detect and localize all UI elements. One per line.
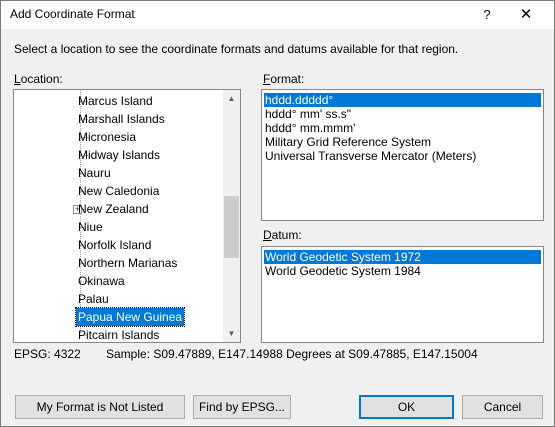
location-item-label: Marcus Island	[78, 94, 153, 108]
location-item-label: New Caledonia	[78, 184, 160, 198]
location-item-label: Palau	[78, 292, 109, 306]
location-item-label: Northern Marianas	[78, 256, 178, 270]
location-item-label: Micronesia	[78, 130, 137, 144]
location-item-label: New Zealand	[78, 202, 149, 216]
datum-list[interactable]: World Geodetic System 1972 World Geodetic…	[261, 246, 544, 343]
location-item-label: Papua New Guinea	[74, 307, 186, 327]
format-list-item[interactable]: Military Grid Reference System	[264, 135, 541, 149]
scroll-thumb[interactable]	[224, 196, 239, 258]
datum-list-item[interactable]: World Geodetic System 1984	[264, 264, 541, 278]
location-item-label: Pitcairn Islands	[78, 328, 160, 342]
format-list-item[interactable]: hddd.ddddd°	[264, 93, 541, 107]
format-list-item[interactable]: hddd° mm' ss.s"	[264, 107, 541, 121]
format-label: Format:	[263, 72, 305, 86]
close-button[interactable]: ✕	[511, 5, 541, 25]
location-label: Location:	[14, 72, 63, 86]
location-item-label: Okinawa	[78, 274, 125, 288]
datum-label: Datum:	[263, 228, 302, 242]
format-list-item[interactable]: Universal Transverse Mercator (Meters)	[264, 149, 541, 163]
format-not-listed-button[interactable]: My Format is Not Listed	[15, 395, 185, 419]
cancel-button[interactable]: Cancel	[462, 395, 543, 419]
scroll-up-arrow-icon[interactable]: ▲	[223, 90, 240, 107]
datum-list-item[interactable]: World Geodetic System 1972	[264, 250, 541, 264]
help-button[interactable]: ?	[476, 5, 498, 25]
instruction-text: Select a location to see the coordinate …	[14, 42, 459, 56]
location-item-label: Midway Islands	[78, 148, 161, 162]
location-scrollbar[interactable]: ▲ ▼	[223, 90, 240, 342]
location-item-label: Nauru	[78, 166, 111, 180]
title-bar: Add Coordinate Format ? ✕	[1, 1, 554, 29]
format-list-item[interactable]: hddd° mm.mmm'	[264, 121, 541, 135]
ok-button[interactable]: OK	[359, 395, 454, 419]
epsg-code: EPSG: 4322	[14, 347, 81, 361]
scroll-down-arrow-icon[interactable]: ▼	[223, 325, 240, 342]
dialog-title: Add Coordinate Format	[10, 7, 135, 21]
location-item-label: Norfolk Island	[78, 238, 152, 252]
location-tree[interactable]: Marcus Island Marshall Islands Micronesia M…	[13, 89, 241, 343]
sample-coordinates: Sample: S09.47889, E147.14988 Degrees at…	[106, 347, 478, 361]
location-item-label: Niue	[78, 220, 103, 234]
location-item-label: Marshall Islands	[78, 112, 165, 126]
find-by-epsg-button[interactable]: Find by EPSG...	[193, 395, 291, 419]
add-coordinate-format-dialog: Add Coordinate Format ? ✕ Select a locat…	[0, 0, 555, 427]
format-list[interactable]: hddd.ddddd° hddd° mm' ss.s" hddd° mm.mmm' M…	[261, 89, 544, 221]
